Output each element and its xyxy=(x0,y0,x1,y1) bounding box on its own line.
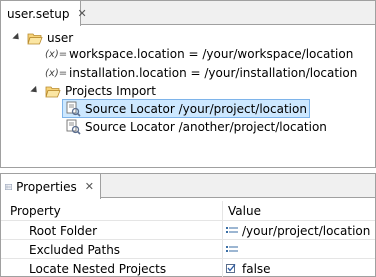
close-icon[interactable]: ✕ xyxy=(85,181,94,192)
close-icon[interactable]: ✕ xyxy=(77,8,86,19)
property-value: /your/project/location xyxy=(242,223,371,238)
property-name-cell: Locate Nested Projects xyxy=(1,259,223,277)
table-row[interactable]: Excluded Paths xyxy=(1,240,375,259)
tree-node-source-locator[interactable]: Source Locator /another/project/location xyxy=(65,118,327,136)
source-locator-icon xyxy=(66,101,81,117)
tree-node-source-locator[interactable]: Source Locator /your/project/location xyxy=(62,99,310,118)
properties-tab-bar: Properties ✕ xyxy=(1,174,375,199)
property-name: Excluded Paths xyxy=(29,242,121,257)
editor-tab-bar: user.setup ✕ xyxy=(1,1,375,26)
property-value-cell[interactable]: /your/project/location xyxy=(224,221,375,240)
table-header-row: Property Value xyxy=(1,201,375,221)
column-header-label: Value xyxy=(228,204,261,218)
editor-pane: user.setup ✕ user (x)= workspace.locatio… xyxy=(0,0,376,168)
tree-label-variable: workspace.location = /your/workspace/loc… xyxy=(69,47,354,61)
properties-pane: Properties ✕ Property Value Root Folder … xyxy=(0,173,376,277)
property-name: Root Folder xyxy=(29,223,98,238)
tab-user-setup[interactable]: user.setup ✕ xyxy=(1,1,87,26)
open-folder-icon xyxy=(27,33,43,44)
tree-label-variable: installation.location = /your/installati… xyxy=(69,66,358,80)
tab-properties[interactable]: Properties ✕ xyxy=(1,174,101,199)
list-icon xyxy=(226,245,238,252)
tree-node-projects-import[interactable]: Projects Import xyxy=(29,82,156,100)
list-icon xyxy=(226,226,238,233)
property-value: false xyxy=(242,261,271,276)
property-value-cell[interactable] xyxy=(224,240,375,259)
collapse-icon[interactable] xyxy=(29,86,39,96)
open-folder-icon xyxy=(45,86,61,97)
column-header-value[interactable]: Value xyxy=(224,201,375,221)
tree-label-projects-import: Projects Import xyxy=(65,84,156,98)
checkbox-icon xyxy=(226,263,236,273)
column-header-property[interactable]: Property xyxy=(1,201,223,221)
tree-node-variable[interactable]: (x)= installation.location = /your/insta… xyxy=(45,64,357,82)
property-name-cell: Root Folder xyxy=(1,221,223,240)
table-row[interactable]: Locate Nested Projects false xyxy=(1,259,375,277)
variable-icon: (x)= xyxy=(45,67,68,79)
property-name: Locate Nested Projects xyxy=(29,261,167,276)
property-name-cell: Excluded Paths xyxy=(1,240,223,259)
column-header-label: Property xyxy=(10,204,61,218)
property-value-cell[interactable]: false xyxy=(224,259,375,277)
table-row[interactable]: Root Folder /your/project/location xyxy=(1,221,375,240)
source-locator-icon xyxy=(66,119,81,135)
variable-icon: (x)= xyxy=(45,48,68,60)
tree-node-variable[interactable]: (x)= workspace.location = /your/workspac… xyxy=(45,45,353,63)
tree-label-source-locator: Source Locator /your/project/location xyxy=(85,101,307,116)
tree-label-source-locator: Source Locator /another/project/location xyxy=(85,120,327,134)
collapse-icon[interactable] xyxy=(11,33,21,43)
tree-label-user: user xyxy=(47,31,74,45)
tab-label: Properties xyxy=(16,179,77,194)
tab-label: user.setup xyxy=(7,6,70,21)
properties-icon xyxy=(5,183,12,190)
